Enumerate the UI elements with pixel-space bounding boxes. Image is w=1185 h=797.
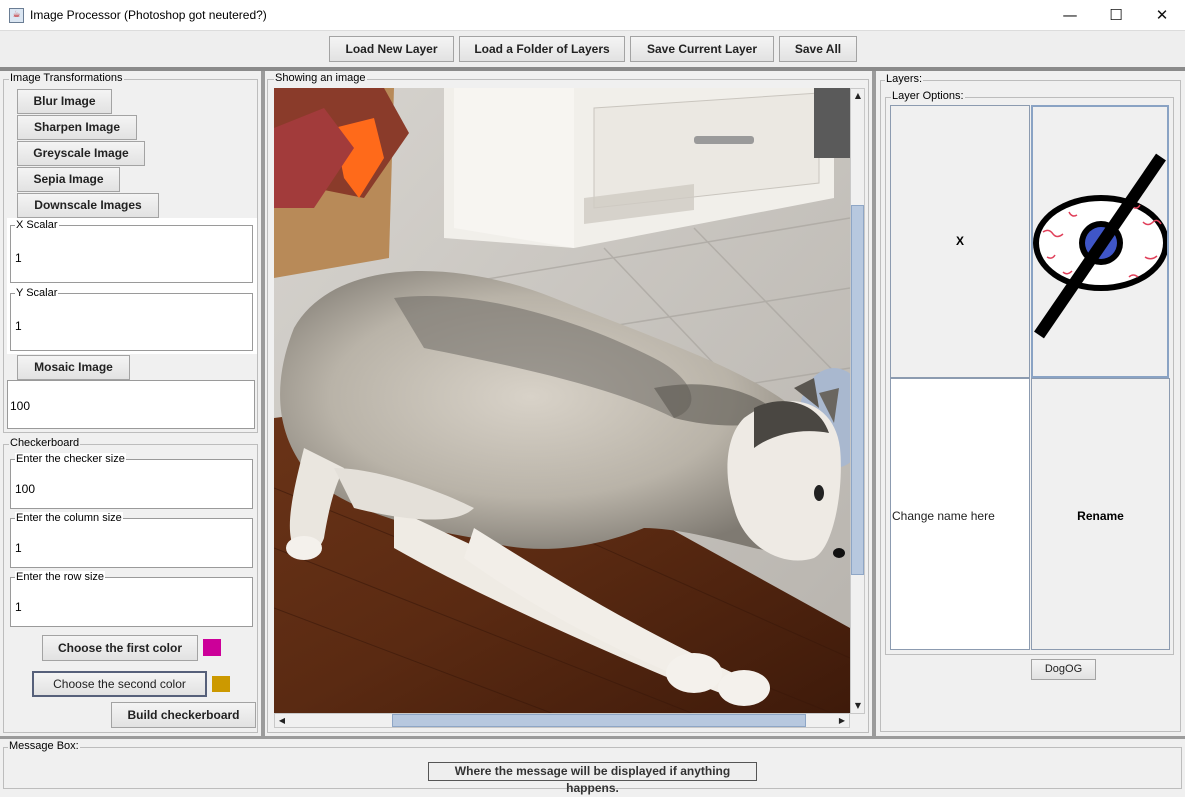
scroll-right-arrow-icon[interactable]: ▶ (835, 714, 849, 728)
toggle-visibility-button[interactable] (1031, 105, 1169, 378)
message-text: Where the message will be displayed if a… (428, 762, 757, 795)
split-divider-right[interactable] (872, 71, 876, 738)
delete-layer-button[interactable]: X (890, 105, 1030, 378)
maximize-button[interactable]: ☐ (1093, 0, 1139, 31)
blur-button[interactable]: Blur Image (17, 89, 112, 114)
row-size-value[interactable]: 1 (15, 600, 22, 614)
divider (0, 67, 1185, 71)
split-divider-left[interactable] (261, 71, 265, 738)
hidden-eye-icon (1033, 153, 1167, 339)
row-size-label: Enter the row size (15, 571, 106, 583)
mosaic-seeds-value[interactable]: 100 (10, 399, 30, 413)
horizontal-scrollbar[interactable]: ◀ ▶ (274, 713, 850, 728)
y-scalar-field[interactable]: Y Scalar 1 (10, 287, 253, 351)
load-new-layer-button[interactable]: Load New Layer (329, 36, 454, 62)
layer-name-placeholder[interactable]: Change name here (892, 509, 995, 523)
save-all-button[interactable]: Save All (779, 36, 857, 62)
vertical-scroll-thumb[interactable] (851, 205, 864, 575)
toolbar: Load New Layer Load a Folder of Layers S… (0, 31, 1185, 68)
y-scalar-value[interactable]: 1 (15, 319, 22, 333)
viewer-title: Showing an image (274, 72, 367, 84)
x-scalar-value[interactable]: 1 (15, 251, 22, 265)
save-current-layer-button[interactable]: Save Current Layer (630, 36, 774, 62)
mosaic-button[interactable]: Mosaic Image (17, 355, 130, 380)
first-color-button[interactable]: Choose the first color (42, 635, 198, 661)
layers-title: Layers: (885, 73, 924, 85)
column-size-value[interactable]: 1 (15, 541, 22, 555)
delete-label: X (955, 234, 964, 248)
transformations-title: Image Transformations (9, 72, 124, 84)
greyscale-button[interactable]: Greyscale Image (17, 141, 145, 166)
second-color-swatch (212, 676, 230, 692)
column-size-label: Enter the column size (15, 512, 123, 524)
sharpen-button[interactable]: Sharpen Image (17, 115, 137, 140)
rename-label: Rename (1077, 509, 1124, 523)
checker-size-label: Enter the checker size (15, 453, 126, 465)
first-color-swatch (203, 639, 221, 656)
horizontal-scroll-thumb[interactable] (392, 714, 806, 727)
layer-name-input[interactable]: Change name here (890, 378, 1030, 650)
message-box-title: Message Box: (8, 740, 80, 752)
load-folder-button[interactable]: Load a Folder of Layers (459, 36, 625, 62)
vertical-scrollbar[interactable]: ▲ ▼ (850, 88, 865, 714)
scroll-down-arrow-icon[interactable]: ▼ (851, 699, 865, 713)
window-title: Image Processor (Photoshop got neutered?… (30, 8, 267, 22)
scroll-up-arrow-icon[interactable]: ▲ (851, 89, 865, 103)
second-color-button[interactable]: Choose the second color (32, 671, 207, 697)
minimize-button[interactable]: — (1047, 0, 1093, 31)
sepia-button[interactable]: Sepia Image (17, 167, 120, 192)
y-scalar-label: Y Scalar (15, 287, 59, 299)
layer-select-button[interactable]: DogOG (1031, 659, 1096, 680)
husky-dog-photo-icon (274, 88, 850, 714)
checker-size-value[interactable]: 100 (15, 482, 35, 496)
layer-options-title: Layer Options: (891, 90, 965, 102)
scroll-left-arrow-icon[interactable]: ◀ (275, 714, 289, 728)
checker-size-field[interactable]: Enter the checker size 100 (10, 453, 253, 509)
rename-button[interactable]: Rename (1031, 378, 1170, 650)
java-app-icon: ☕ (9, 8, 24, 23)
x-scalar-field[interactable]: X Scalar 1 (10, 219, 253, 283)
column-size-field[interactable]: Enter the column size 1 (10, 512, 253, 568)
mosaic-seeds-input[interactable]: 100 (7, 380, 255, 429)
close-button[interactable]: ✕ (1139, 0, 1185, 31)
checkerboard-title: Checkerboard (9, 437, 81, 449)
downscale-button[interactable]: Downscale Images (17, 193, 159, 218)
build-checkerboard-button[interactable]: Build checkerboard (111, 702, 256, 728)
row-size-field[interactable]: Enter the row size 1 (10, 571, 253, 627)
split-divider-bottom[interactable] (0, 736, 1185, 739)
x-scalar-label: X Scalar (15, 219, 59, 231)
title-bar: ☕ Image Processor (Photoshop got neutere… (0, 0, 1185, 31)
